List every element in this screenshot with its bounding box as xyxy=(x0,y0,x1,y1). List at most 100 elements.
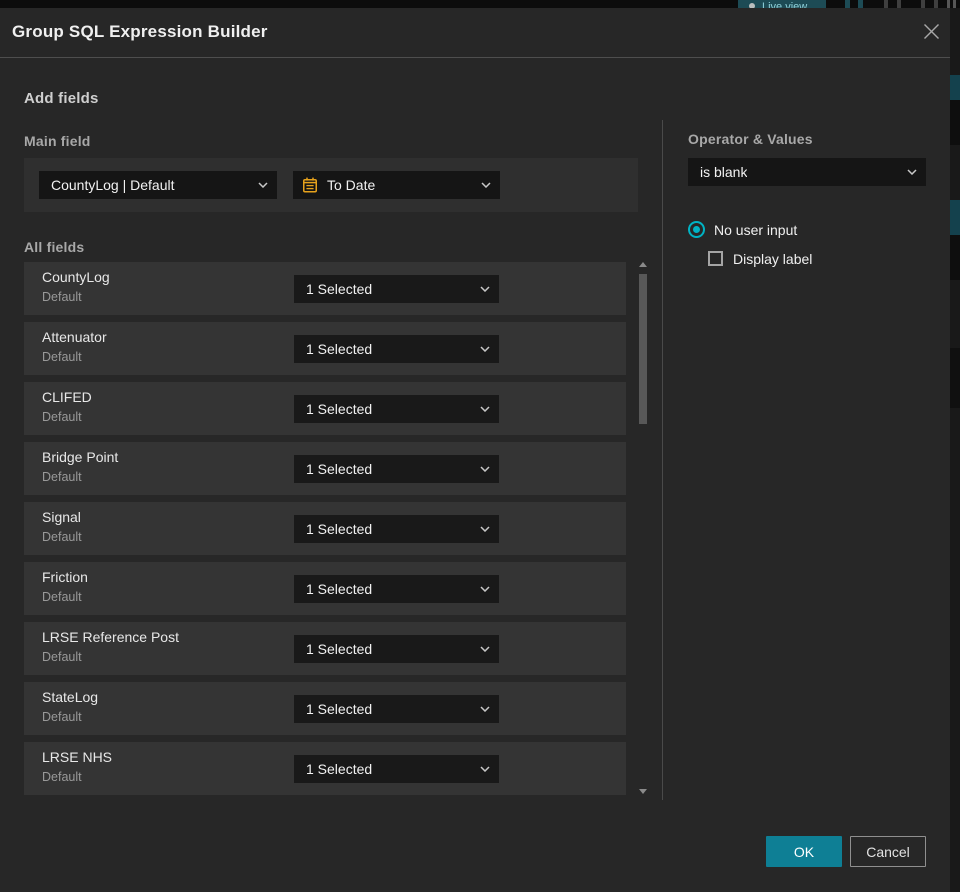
field-row-name: CountyLog xyxy=(42,269,110,285)
operator-select[interactable]: is blank xyxy=(688,158,926,186)
field-row-subtitle: Default xyxy=(42,590,82,604)
radio-dot-icon xyxy=(693,226,700,233)
chevron-down-icon xyxy=(481,182,491,188)
field-row-selected-value: 1 Selected xyxy=(306,401,373,417)
field-row: Friction Default 1 Selected xyxy=(24,562,626,615)
field-row-selected-dropdown[interactable]: 1 Selected xyxy=(294,335,499,363)
main-field-panel: CountyLog | Default To Date xyxy=(24,158,638,212)
field-row-selected-dropdown[interactable]: 1 Selected xyxy=(294,575,499,603)
backdrop-fragment xyxy=(858,0,863,8)
backdrop-fragment xyxy=(950,75,960,100)
triangle-down-icon xyxy=(639,789,647,794)
field-row-subtitle: Default xyxy=(42,350,82,364)
field-row-name: Signal xyxy=(42,509,81,525)
backdrop-fragment xyxy=(921,0,925,8)
field-row-subtitle: Default xyxy=(42,710,82,724)
field-row-subtitle: Default xyxy=(42,470,82,484)
scrollbar-up-arrow[interactable] xyxy=(639,262,647,270)
title-divider xyxy=(0,57,950,58)
field-type-select-value: To Date xyxy=(327,177,376,193)
calendar-icon xyxy=(303,177,317,193)
chevron-down-icon xyxy=(480,346,490,352)
field-row-subtitle: Default xyxy=(42,290,82,304)
field-row-name: Friction xyxy=(42,569,88,585)
field-row-subtitle: Default xyxy=(42,410,82,424)
display-label-checkbox[interactable] xyxy=(708,251,723,266)
triangle-up-icon xyxy=(639,262,647,267)
field-row-selected-value: 1 Selected xyxy=(306,341,373,357)
field-row-selected-value: 1 Selected xyxy=(306,761,373,777)
chevron-down-icon xyxy=(480,406,490,412)
add-fields-heading: Add fields xyxy=(24,90,99,107)
main-field-select[interactable]: CountyLog | Default xyxy=(39,171,277,199)
field-row-selected-value: 1 Selected xyxy=(306,521,373,537)
chevron-down-icon xyxy=(480,466,490,472)
ok-button[interactable]: OK xyxy=(766,836,842,867)
field-row-subtitle: Default xyxy=(42,650,82,664)
operator-select-value: is blank xyxy=(700,164,748,180)
all-fields-list: CountyLog Default 1 Selected Attenuator … xyxy=(24,262,626,803)
field-row-selected-value: 1 Selected xyxy=(306,281,373,297)
field-row: Bridge Point Default 1 Selected xyxy=(24,442,626,495)
backdrop-fragment xyxy=(934,0,938,8)
field-row: StateLog Default 1 Selected xyxy=(24,682,626,735)
dialog-title-bar: Group SQL Expression Builder xyxy=(0,8,950,57)
live-view-badge: Live view xyxy=(738,0,826,8)
field-row-selected-value: 1 Selected xyxy=(306,461,373,477)
dialog-title: Group SQL Expression Builder xyxy=(12,22,268,41)
field-row-subtitle: Default xyxy=(42,530,82,544)
list-scrollbar xyxy=(638,262,648,797)
field-row-selected-dropdown[interactable]: 1 Selected xyxy=(294,455,499,483)
field-row: CLIFED Default 1 Selected xyxy=(24,382,626,435)
chevron-down-icon xyxy=(480,706,490,712)
close-button[interactable] xyxy=(919,19,943,43)
group-sql-expression-builder-dialog: Group SQL Expression Builder Add fields … xyxy=(0,8,950,892)
backdrop-fragment xyxy=(947,0,950,8)
field-row-selected-dropdown[interactable]: 1 Selected xyxy=(294,275,499,303)
chevron-down-icon xyxy=(907,169,917,175)
field-row-name: LRSE NHS xyxy=(42,749,113,765)
cancel-button[interactable]: Cancel xyxy=(850,836,926,867)
field-row-selected-value: 1 Selected xyxy=(306,701,373,717)
backdrop-fragment xyxy=(884,0,888,8)
panel-divider xyxy=(662,120,663,800)
main-field-select-value: CountyLog | Default xyxy=(51,177,175,193)
backdrop-fragment xyxy=(950,235,960,280)
chevron-down-icon xyxy=(480,766,490,772)
chevron-down-icon xyxy=(480,286,490,292)
field-row: Attenuator Default 1 Selected xyxy=(24,322,626,375)
field-row-selected-dropdown[interactable]: 1 Selected xyxy=(294,695,499,723)
close-icon xyxy=(923,23,939,39)
field-row-name: CLIFED xyxy=(42,389,92,405)
live-view-label: Live view xyxy=(762,1,808,8)
chevron-down-icon xyxy=(480,646,490,652)
display-label-label: Display label xyxy=(733,251,813,267)
field-row-subtitle: Default xyxy=(42,770,82,784)
field-row-selected-dropdown[interactable]: 1 Selected xyxy=(294,755,499,783)
field-row-name: StateLog xyxy=(42,689,99,705)
screen: Live view Group SQL Expression Builder A… xyxy=(0,0,960,892)
backdrop-fragment xyxy=(953,0,956,8)
no-user-input-radio[interactable] xyxy=(688,221,705,238)
backdrop-fragment xyxy=(897,0,901,8)
all-fields-label: All fields xyxy=(24,239,85,255)
field-row-selected-dropdown[interactable]: 1 Selected xyxy=(294,515,499,543)
background-app-right-strip xyxy=(950,8,960,892)
chevron-down-icon xyxy=(480,526,490,532)
field-row-selected-dropdown[interactable]: 1 Selected xyxy=(294,635,499,663)
scrollbar-down-arrow[interactable] xyxy=(639,789,647,797)
no-user-input-label: No user input xyxy=(714,222,798,238)
main-field-label: Main field xyxy=(24,133,91,149)
field-row-name: LRSE Reference Post xyxy=(42,629,179,645)
field-row-selected-value: 1 Selected xyxy=(306,581,373,597)
field-type-select[interactable]: To Date xyxy=(293,171,500,199)
backdrop-fragment xyxy=(950,348,960,408)
scrollbar-thumb[interactable] xyxy=(639,274,647,424)
backdrop-fragment xyxy=(845,0,850,8)
field-row: CountyLog Default 1 Selected xyxy=(24,262,626,315)
field-row-selected-dropdown[interactable]: 1 Selected xyxy=(294,395,499,423)
field-row: LRSE NHS Default 1 Selected xyxy=(24,742,626,795)
field-row: Signal Default 1 Selected xyxy=(24,502,626,555)
field-row-name: Bridge Point xyxy=(42,449,119,465)
background-app-top-strip: Live view xyxy=(0,0,960,8)
